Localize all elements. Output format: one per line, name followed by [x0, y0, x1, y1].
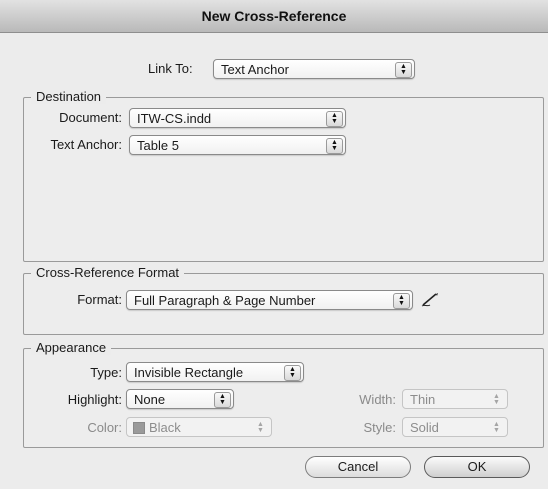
width-popup[interactable]: Thin ▲ ▼ [402, 389, 508, 409]
highlight-value: None [134, 392, 166, 407]
window-title: New Cross-Reference [201, 8, 347, 24]
type-value: Invisible Rectangle [134, 365, 244, 380]
style-label: Style: [363, 420, 396, 435]
link-to-value: Text Anchor [221, 62, 289, 77]
style-value: Solid [410, 420, 439, 435]
format-legend: Cross-Reference Format [31, 265, 185, 280]
cancel-button[interactable]: Cancel [305, 456, 411, 478]
color-value: Black [149, 420, 181, 435]
pencil-icon[interactable] [420, 291, 442, 309]
document-label: Document: [59, 110, 122, 125]
type-label: Type: [90, 365, 122, 380]
highlight-popup[interactable]: None ▲ ▼ [126, 389, 234, 409]
updown-arrows-icon: ▲ ▼ [393, 293, 410, 309]
destination-legend: Destination [31, 89, 107, 104]
title-bar: New Cross-Reference [0, 0, 548, 33]
color-label: Color: [87, 420, 122, 435]
text-anchor-value: Table 5 [137, 138, 179, 153]
style-popup[interactable]: Solid ▲ ▼ [402, 417, 508, 437]
text-anchor-label: Text Anchor: [50, 137, 122, 152]
updown-arrows-icon: ▲ ▼ [395, 62, 412, 78]
type-popup[interactable]: Invisible Rectangle ▲ ▼ [126, 362, 304, 382]
document-popup[interactable]: ITW-CS.indd ▲ ▼ [129, 108, 346, 128]
ok-button[interactable]: OK [424, 456, 530, 478]
updown-arrows-icon: ▲ ▼ [493, 393, 500, 406]
format-popup[interactable]: Full Paragraph & Page Number ▲ ▼ [126, 290, 413, 310]
format-value: Full Paragraph & Page Number [134, 293, 316, 308]
highlight-label: Highlight: [67, 392, 122, 407]
width-label: Width: [359, 392, 396, 407]
link-to-label: Link To: [148, 61, 193, 76]
text-anchor-popup[interactable]: Table 5 ▲ ▼ [129, 135, 346, 155]
updown-arrows-icon: ▲ ▼ [284, 365, 301, 381]
updown-arrows-icon: ▲ ▼ [493, 421, 500, 434]
width-value: Thin [410, 392, 436, 407]
appearance-legend: Appearance [31, 340, 112, 355]
document-value: ITW-CS.indd [137, 111, 212, 126]
format-label: Format: [77, 292, 122, 307]
link-to-popup[interactable]: Text Anchor ▲ ▼ [213, 59, 415, 79]
color-popup[interactable]: Black ▲ ▼ [126, 417, 272, 437]
updown-arrows-icon: ▲ ▼ [326, 111, 343, 127]
updown-arrows-icon: ▲ ▼ [326, 138, 343, 154]
updown-arrows-icon: ▲ ▼ [257, 421, 264, 434]
updown-arrows-icon: ▲ ▼ [214, 392, 231, 408]
color-swatch [133, 422, 145, 434]
